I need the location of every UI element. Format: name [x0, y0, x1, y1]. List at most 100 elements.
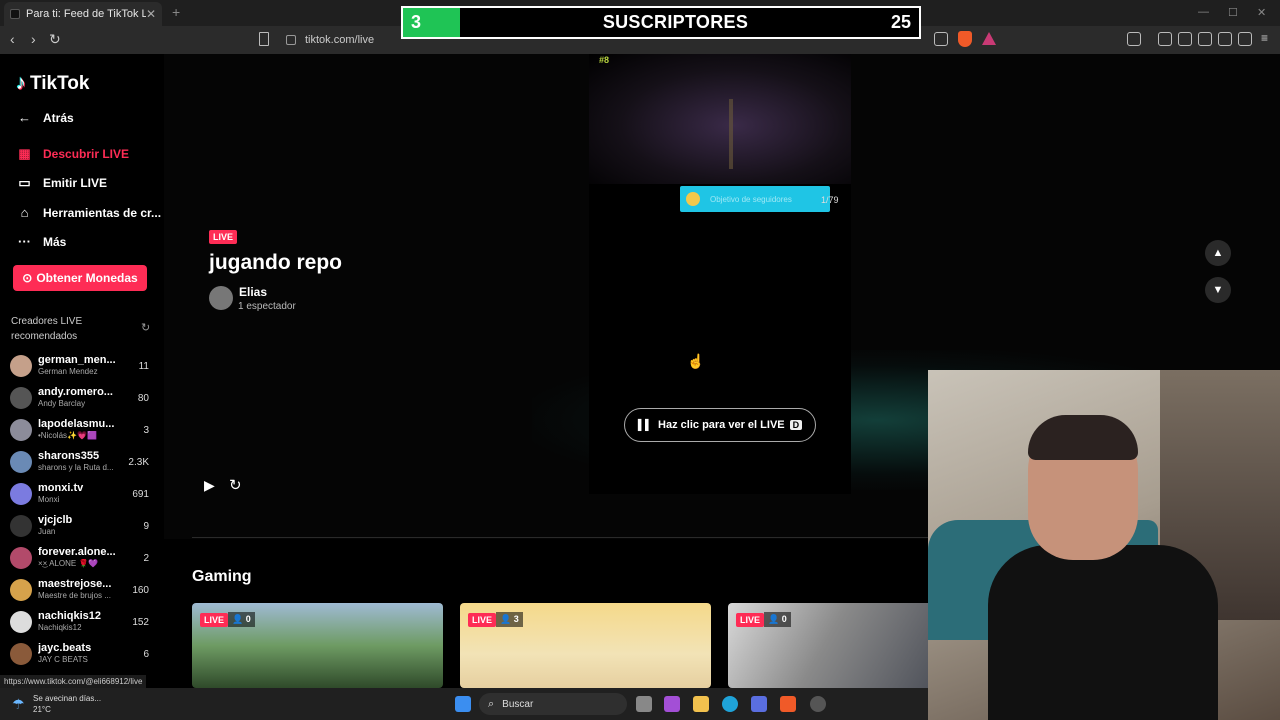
recommended-header: Creadores LIVE recomendados	[11, 316, 83, 342]
brave-rewards-icon[interactable]	[982, 32, 996, 45]
nav-go-live[interactable]: ▭ Emitir LIVE	[16, 175, 107, 191]
creator-subtitle: Juan	[38, 527, 56, 536]
creator-row[interactable]: vjcjclb Juan 9	[10, 512, 155, 542]
more-icon: ···	[18, 234, 31, 249]
card-live-badge: LIVE 👤 3	[468, 612, 523, 627]
game-hud: #8	[599, 55, 610, 65]
weather-widget[interactable]: Se avecinan días... 21°C	[33, 693, 101, 715]
menu-icon[interactable]: ≡	[1261, 31, 1268, 45]
taskbar-search[interactable]: ⌕ Buscar	[479, 693, 627, 715]
creator-subtitle: sharons y la Ruta d...	[38, 463, 114, 472]
card-live-label: LIVE	[468, 612, 497, 627]
refresh-icon[interactable]: ↻	[141, 321, 150, 334]
creator-viewers: 2	[143, 553, 149, 564]
nav-discover-live[interactable]: ▦ Descubrir LIVE	[16, 146, 129, 162]
leo-ai-icon[interactable]	[1218, 32, 1232, 46]
maximize-icon[interactable]: ☐	[1228, 6, 1238, 19]
reload-icon[interactable]: ↻	[49, 31, 61, 48]
creator-name: andy.romero...	[38, 386, 113, 398]
file-explorer-icon[interactable]	[693, 696, 709, 712]
card-viewers: 0	[245, 614, 251, 624]
host-avatar[interactable]	[209, 286, 233, 310]
creator-subtitle: JAY C BEATS	[38, 655, 88, 664]
card-live-badge: LIVE 👤 0	[200, 612, 255, 627]
back-link[interactable]: ← Atrás	[16, 110, 74, 125]
play-icon[interactable]: ▶	[204, 477, 215, 494]
media-icon[interactable]	[1158, 32, 1172, 46]
creator-row[interactable]: monxi.tv Monxi 691	[10, 480, 155, 510]
brave-taskbar-icon[interactable]	[780, 696, 796, 712]
home-icon: ⌂	[20, 205, 29, 220]
creator-row[interactable]: jayc.beats JAY C BEATS 6	[10, 640, 155, 670]
host-name[interactable]: Elias	[239, 285, 267, 299]
card-live-label: LIVE	[736, 612, 765, 627]
edge-icon[interactable]	[722, 696, 738, 712]
minimize-icon[interactable]: —	[1198, 6, 1209, 18]
tiktok-logo[interactable]: ♪ TikTok	[16, 72, 89, 95]
vpn-icon[interactable]	[1238, 32, 1252, 46]
task-view-icon[interactable]	[636, 696, 652, 712]
close-window-icon[interactable]: ✕	[1257, 6, 1266, 19]
subscriber-goal-overlay: 3 SUSCRIPTORES 25	[401, 6, 921, 39]
creator-avatar	[10, 419, 32, 441]
creator-row[interactable]: forever.alone... ×͜× ALONE 🌹💜 2	[10, 544, 155, 574]
new-tab-icon[interactable]: +	[172, 4, 180, 20]
webcam-person-hair	[1028, 415, 1138, 460]
creator-subtitle: Monxi	[38, 495, 60, 504]
creator-name: german_men...	[38, 354, 116, 366]
goal-text: Objetivo de seguidores	[710, 194, 792, 204]
creator-row[interactable]: sharons355 sharons y la Ruta d... 2.3K	[10, 448, 155, 478]
reload-stream-icon[interactable]: ↻	[229, 476, 242, 494]
follower-goal-bar: Objetivo de seguidores	[680, 186, 830, 212]
m365-icon[interactable]	[664, 696, 680, 712]
get-coins-button[interactable]: ⊙ Obtener Monedas	[13, 265, 147, 291]
next-live-button[interactable]: ▼	[1205, 277, 1231, 303]
weather-text: Se avecinan días...	[33, 694, 102, 703]
creator-name: jayc.beats	[38, 642, 92, 654]
sidebar-toggle-icon[interactable]	[1178, 32, 1192, 46]
creator-viewers: 11	[138, 361, 149, 372]
site-info-icon[interactable]	[286, 35, 296, 45]
creator-row[interactable]: german_men... German Mendez 11	[10, 352, 155, 382]
creator-row[interactable]: maestrejose... Maestre de brujos ... 160	[10, 576, 155, 606]
reader-mode-icon[interactable]	[1127, 32, 1141, 46]
previous-live-button[interactable]: ▲	[1205, 240, 1231, 266]
shortcut-key: D	[789, 420, 803, 430]
card-viewers: 0	[781, 614, 787, 624]
store-icon[interactable]	[751, 696, 767, 712]
wallet-icon[interactable]	[1198, 32, 1212, 46]
close-tab-icon[interactable]: ✕	[146, 7, 156, 21]
webcam-person-body	[988, 545, 1218, 720]
creator-row[interactable]: andy.romero... Andy Barclay 80	[10, 384, 155, 414]
nav-more[interactable]: ··· Más	[16, 234, 66, 249]
browser-tab[interactable]: Para ti: Feed de TikTok LIVE ✕	[4, 2, 162, 26]
section-divider	[192, 537, 930, 538]
weather-icon[interactable]: ☂	[12, 696, 25, 713]
gaming-live-card[interactable]: LIVE 👤 0	[192, 603, 443, 688]
forward-nav-icon[interactable]: ›	[31, 31, 36, 47]
obs-icon[interactable]	[810, 696, 826, 712]
gaming-section-title: Gaming	[192, 568, 252, 585]
creator-viewers: 9	[143, 521, 149, 532]
creator-name: lapodelasmu...	[38, 418, 115, 430]
creator-row[interactable]: lapodelasmu... •Nicolás✨💗🟪 3	[10, 416, 155, 446]
watch-live-button[interactable]: ▌▌ Haz clic para ver el LIVE D	[624, 408, 816, 442]
windows-start-icon[interactable]	[455, 696, 471, 712]
creator-name: sharons355	[38, 450, 100, 462]
chevron-down-icon: ▼	[1212, 284, 1224, 296]
card-viewer-count: 👤 0	[764, 612, 791, 627]
creator-row[interactable]: nachiqkis12 Nachiqkis12 152	[10, 608, 155, 638]
back-nav-icon[interactable]: ‹	[10, 31, 15, 47]
share-icon[interactable]	[934, 32, 948, 46]
gaming-live-card[interactable]: LIVE 👤 3	[460, 603, 711, 688]
creator-name: vjcjclb	[38, 514, 73, 526]
equalizer-icon: ▌▌	[637, 419, 653, 431]
creator-avatar	[10, 483, 32, 505]
windows-taskbar: ☂ Se avecinan días... 21°C ⌕ Buscar	[0, 688, 928, 720]
nav-label: Más	[43, 234, 67, 249]
brave-shields-icon[interactable]	[958, 31, 972, 47]
bookmark-icon[interactable]	[259, 32, 269, 46]
creator-subtitle: Nachiqkis12	[38, 623, 82, 632]
nav-creator-tools[interactable]: ⌂ Herramientas de cr...	[16, 205, 162, 220]
tab-title: Para ti: Feed de TikTok LIVE	[26, 8, 146, 20]
